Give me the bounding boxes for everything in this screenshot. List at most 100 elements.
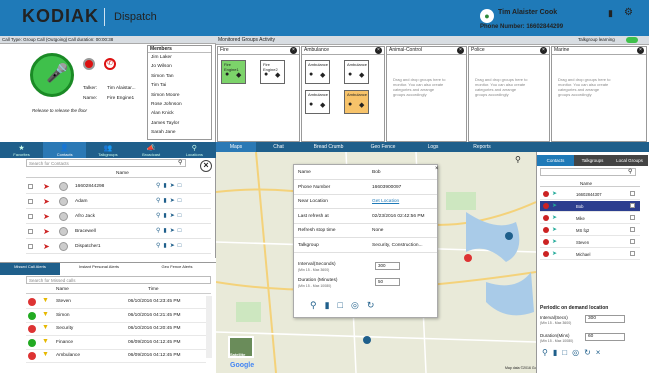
location-pin-icon[interactable]: ⚲ xyxy=(310,300,325,310)
tab-broadcast[interactable]: 📣 Broadcast xyxy=(130,142,173,158)
chat-icon[interactable]: ▮ xyxy=(608,8,613,19)
row-checkbox[interactable] xyxy=(28,244,33,249)
map-tab[interactable]: Maps xyxy=(216,142,256,152)
contact-actions-icon[interactable]: ⚲▮➤□ xyxy=(156,227,184,234)
periodic-duration-input[interactable]: 60 xyxy=(585,333,625,341)
member-item[interactable]: Simon Tan xyxy=(151,74,174,79)
location-arrow-icon[interactable]: ➤ xyxy=(552,190,557,197)
periodic-interval-input[interactable]: 300 xyxy=(585,315,625,323)
alert-row[interactable]: ▼ Steven 06/10/2016 04:23:45 PM xyxy=(26,295,206,309)
alert-row[interactable]: ▼ Security 06/10/2016 04:20:45 PM xyxy=(26,322,206,336)
missed-calls-search-input[interactable]: Search for Missed calls xyxy=(26,276,211,284)
right-contact-row[interactable]: ➤ MS fq2 xyxy=(540,225,640,236)
map-marker[interactable] xyxy=(505,232,513,240)
right-search-input[interactable] xyxy=(540,168,636,176)
user-avatar-icon[interactable]: ● xyxy=(480,9,494,23)
map-marker[interactable] xyxy=(363,336,371,344)
right-contact-row[interactable]: ➤ Michael xyxy=(540,249,640,260)
map-marker[interactable] xyxy=(464,254,472,262)
location-arrow-icon[interactable]: ➤ xyxy=(552,202,557,209)
location-arrow-icon[interactable]: ➤ xyxy=(552,214,557,221)
right-contact-row[interactable]: ➤ 16602844307 xyxy=(540,189,640,200)
group-card[interactable]: Ambulance ● ◆ xyxy=(344,60,369,84)
tab-talkgroups[interactable]: 👥 Talkgroups xyxy=(86,142,129,158)
member-item[interactable]: Jo Wilson xyxy=(151,64,172,69)
contact-actions-icon[interactable]: ⚲▮➤□ xyxy=(156,242,184,249)
alert-row[interactable]: ▼ Simon 06/10/2016 04:21:45 PM xyxy=(26,309,206,323)
member-item[interactable]: Sarah Jane xyxy=(151,130,176,135)
map-tab[interactable]: Bread Crumb xyxy=(301,142,356,152)
group-card[interactable]: Fire Engine1 ● ◆ xyxy=(221,60,246,84)
right-contact-row[interactable]: ➤ Mike xyxy=(540,213,640,224)
row-checkbox[interactable] xyxy=(630,239,635,244)
member-item[interactable]: Simon Moore xyxy=(151,93,180,98)
group-card[interactable]: Fire Engine2 ● ◆ xyxy=(260,60,285,84)
name-column-header[interactable]: Name xyxy=(116,171,129,176)
row-checkbox[interactable] xyxy=(630,251,635,256)
map-tab[interactable]: Logs xyxy=(410,142,456,152)
close-icon[interactable]: × xyxy=(637,47,644,54)
row-checkbox[interactable] xyxy=(28,184,33,189)
popup-interval-select[interactable]: 300 xyxy=(375,262,400,270)
location-pin-icon[interactable]: ⚲ xyxy=(542,348,553,357)
map-tab[interactable]: Geo Fence xyxy=(356,142,410,152)
location-arrow-icon[interactable]: ➤ xyxy=(552,238,557,245)
group-card[interactable]: Ambulance ● ◆ xyxy=(344,90,369,114)
tab-contacts[interactable]: 👤 Contacts xyxy=(43,142,87,158)
close-icon[interactable]: × xyxy=(540,47,547,54)
popup-field-value[interactable]: Get Location xyxy=(372,199,399,204)
alerts-scrollbar[interactable] xyxy=(206,296,212,358)
end-call-button[interactable]: ✆ xyxy=(104,58,116,70)
location-arrow-icon[interactable]: ➤ xyxy=(43,182,50,191)
row-checkbox[interactable] xyxy=(28,199,33,204)
popup-duration-select[interactable]: 50 xyxy=(375,278,400,286)
location-arrow-icon[interactable]: ➤ xyxy=(43,242,50,251)
member-item[interactable]: Alan Knick xyxy=(151,111,174,116)
alert-row[interactable]: ▼ Finance 06/09/2016 04:12:45 PM xyxy=(26,336,206,350)
right-tab[interactable]: Talkgroups xyxy=(574,155,611,166)
right-tab[interactable]: Contacts xyxy=(537,155,574,166)
close-icon[interactable]: × xyxy=(375,47,382,54)
tab-locations[interactable]: ⚲ Locations xyxy=(173,142,216,158)
member-item[interactable]: Rose Johnson xyxy=(151,102,182,107)
record-button[interactable] xyxy=(83,58,95,70)
alerts-time-header[interactable]: Time xyxy=(148,287,158,292)
map-tab[interactable]: Reports xyxy=(456,142,508,152)
alert-tab[interactable]: Missed Call Alerts xyxy=(0,263,60,275)
map-search-icon[interactable]: ⚲ xyxy=(515,155,521,164)
refresh-icon[interactable]: ↻ xyxy=(367,300,383,310)
right-contact-row[interactable]: ➤ Bob xyxy=(540,201,640,212)
location-arrow-icon[interactable]: ➤ xyxy=(43,197,50,206)
call-icon[interactable]: ◎ xyxy=(572,348,584,357)
map-tab[interactable]: Chat xyxy=(256,142,301,152)
contact-actions-icon[interactable]: ⚲▮➤□ xyxy=(156,182,184,189)
contact-actions-icon[interactable]: ⚲▮➤□ xyxy=(156,197,184,204)
member-item[interactable]: Jim Laker xyxy=(151,55,172,60)
close-icon[interactable]: × xyxy=(435,166,439,172)
right-name-header[interactable]: Name xyxy=(580,181,592,186)
group-card[interactable]: Ambulance ● ◆ xyxy=(305,90,330,114)
location-arrow-icon[interactable]: ➤ xyxy=(43,212,50,221)
location-arrow-icon[interactable]: ➤ xyxy=(552,250,557,257)
cancel-icon[interactable]: × xyxy=(596,348,606,357)
alert-tab[interactable]: Instant Personal Alerts xyxy=(60,263,138,275)
row-checkbox[interactable] xyxy=(28,229,33,234)
contact-row[interactable]: ➤ 16602844298 ⚲▮➤□ xyxy=(26,180,211,194)
row-checkbox[interactable] xyxy=(630,227,635,232)
search-icon[interactable]: ⚲ xyxy=(178,159,182,166)
contact-row[interactable]: ➤ Afro Jack ⚲▮➤□ xyxy=(26,210,211,224)
message-icon[interactable]: □ xyxy=(562,348,572,357)
location-arrow-icon[interactable]: ➤ xyxy=(552,226,557,233)
row-checkbox[interactable] xyxy=(28,214,33,219)
row-checkbox[interactable] xyxy=(630,215,635,220)
search-icon[interactable]: ⚲ xyxy=(628,168,632,175)
right-contact-row[interactable]: ➤ Steven xyxy=(540,237,640,248)
close-icon[interactable]: × xyxy=(290,47,297,54)
location-arrow-icon[interactable]: ➤ xyxy=(43,227,50,236)
alert-tab[interactable]: Geo Fence Alerts xyxy=(138,263,216,275)
talkgroup-learning-toggle[interactable] xyxy=(626,37,638,43)
gear-icon[interactable]: ⚙ xyxy=(624,7,633,18)
refresh-icon[interactable]: ↻ xyxy=(584,348,596,357)
alert-icon[interactable]: ▮ xyxy=(325,300,338,310)
right-tab[interactable]: Local Groups xyxy=(611,155,648,166)
